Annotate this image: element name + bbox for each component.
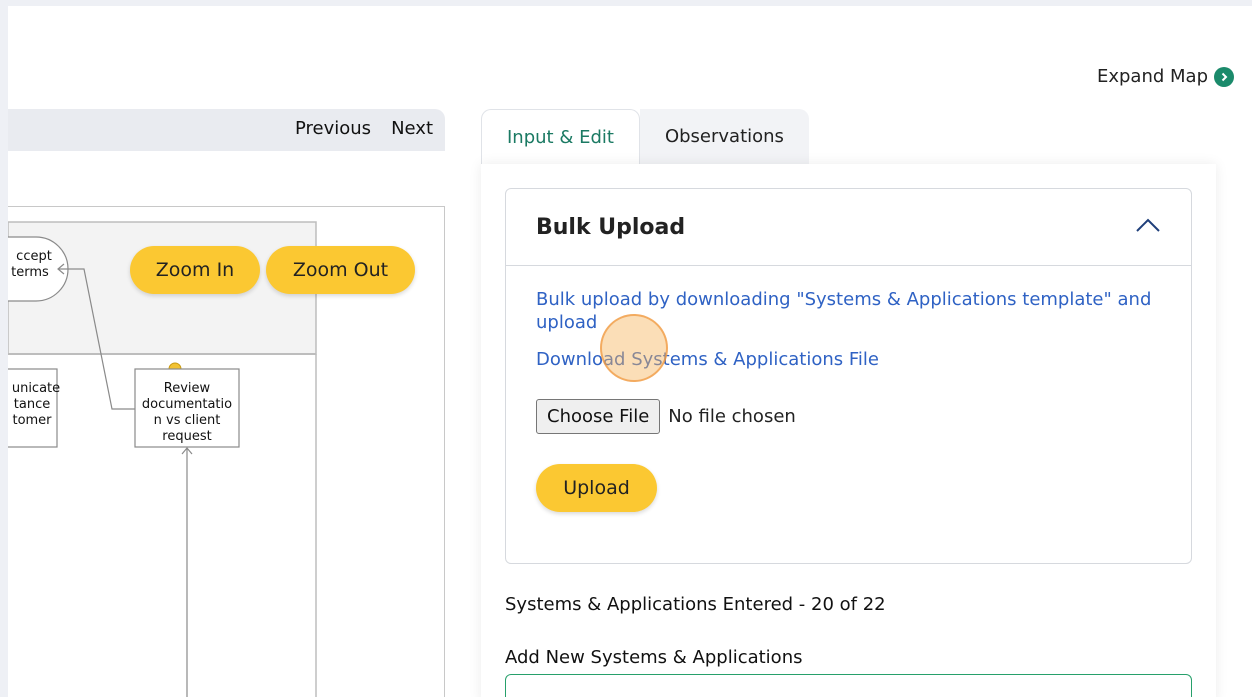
bulk-upload-card: Bulk Upload Bulk upload by downloading "…: [505, 188, 1192, 564]
zoom-out-button[interactable]: Zoom Out: [266, 246, 415, 294]
chevron-up-icon[interactable]: [1135, 217, 1161, 237]
expand-map-label: Expand Map: [1096, 66, 1208, 87]
page: Expand Map Previous Next ccept terms uni…: [8, 6, 1252, 697]
map-nav: Previous Next: [295, 118, 433, 139]
bulk-upload-body: Bulk upload by downloading "Systems & Ap…: [506, 266, 1191, 534]
review-line-1: Review: [164, 381, 211, 396]
communicate-line-3: tomer: [12, 413, 52, 428]
map-header: Previous Next: [8, 109, 445, 151]
bulk-upload-title: Bulk Upload: [536, 214, 686, 240]
tab-bar: Input & Edit Observations: [481, 109, 809, 164]
choose-file-button[interactable]: Choose File: [536, 399, 661, 434]
add-new-systems-title: Add New Systems & Applications: [505, 647, 803, 668]
chevron-right-circle-icon: [1214, 66, 1234, 87]
tab-observations[interactable]: Observations: [639, 109, 809, 164]
download-file-link[interactable]: Download Systems & Applications File: [536, 348, 879, 371]
review-line-3: n vs client: [154, 413, 221, 428]
review-line-4: request: [162, 429, 211, 444]
zoom-in-button[interactable]: Zoom In: [130, 246, 260, 294]
file-status-text: No file chosen: [668, 406, 796, 427]
accept-terms-line-1: ccept: [16, 249, 52, 264]
input-edit-panel: Bulk Upload Bulk upload by downloading "…: [481, 164, 1216, 697]
file-input-row: Choose File No file chosen: [536, 399, 1161, 434]
upload-button[interactable]: Upload: [536, 464, 657, 512]
bulk-upload-template-link[interactable]: Bulk upload by downloading "Systems & Ap…: [536, 288, 1161, 334]
review-line-2: documentatio: [142, 397, 232, 412]
tab-input-edit[interactable]: Input & Edit: [481, 109, 640, 164]
previous-button[interactable]: Previous: [295, 118, 371, 139]
accept-terms-line-2: terms: [11, 265, 49, 280]
next-button[interactable]: Next: [391, 118, 433, 139]
expand-map-button[interactable]: Expand Map: [1097, 66, 1234, 87]
bulk-upload-header[interactable]: Bulk Upload: [506, 189, 1191, 266]
add-new-systems-input[interactable]: [505, 674, 1192, 697]
communicate-line-2: tance: [14, 397, 50, 412]
communicate-line-1: unicate: [12, 381, 60, 396]
systems-entered-count: Systems & Applications Entered - 20 of 2…: [505, 594, 886, 615]
